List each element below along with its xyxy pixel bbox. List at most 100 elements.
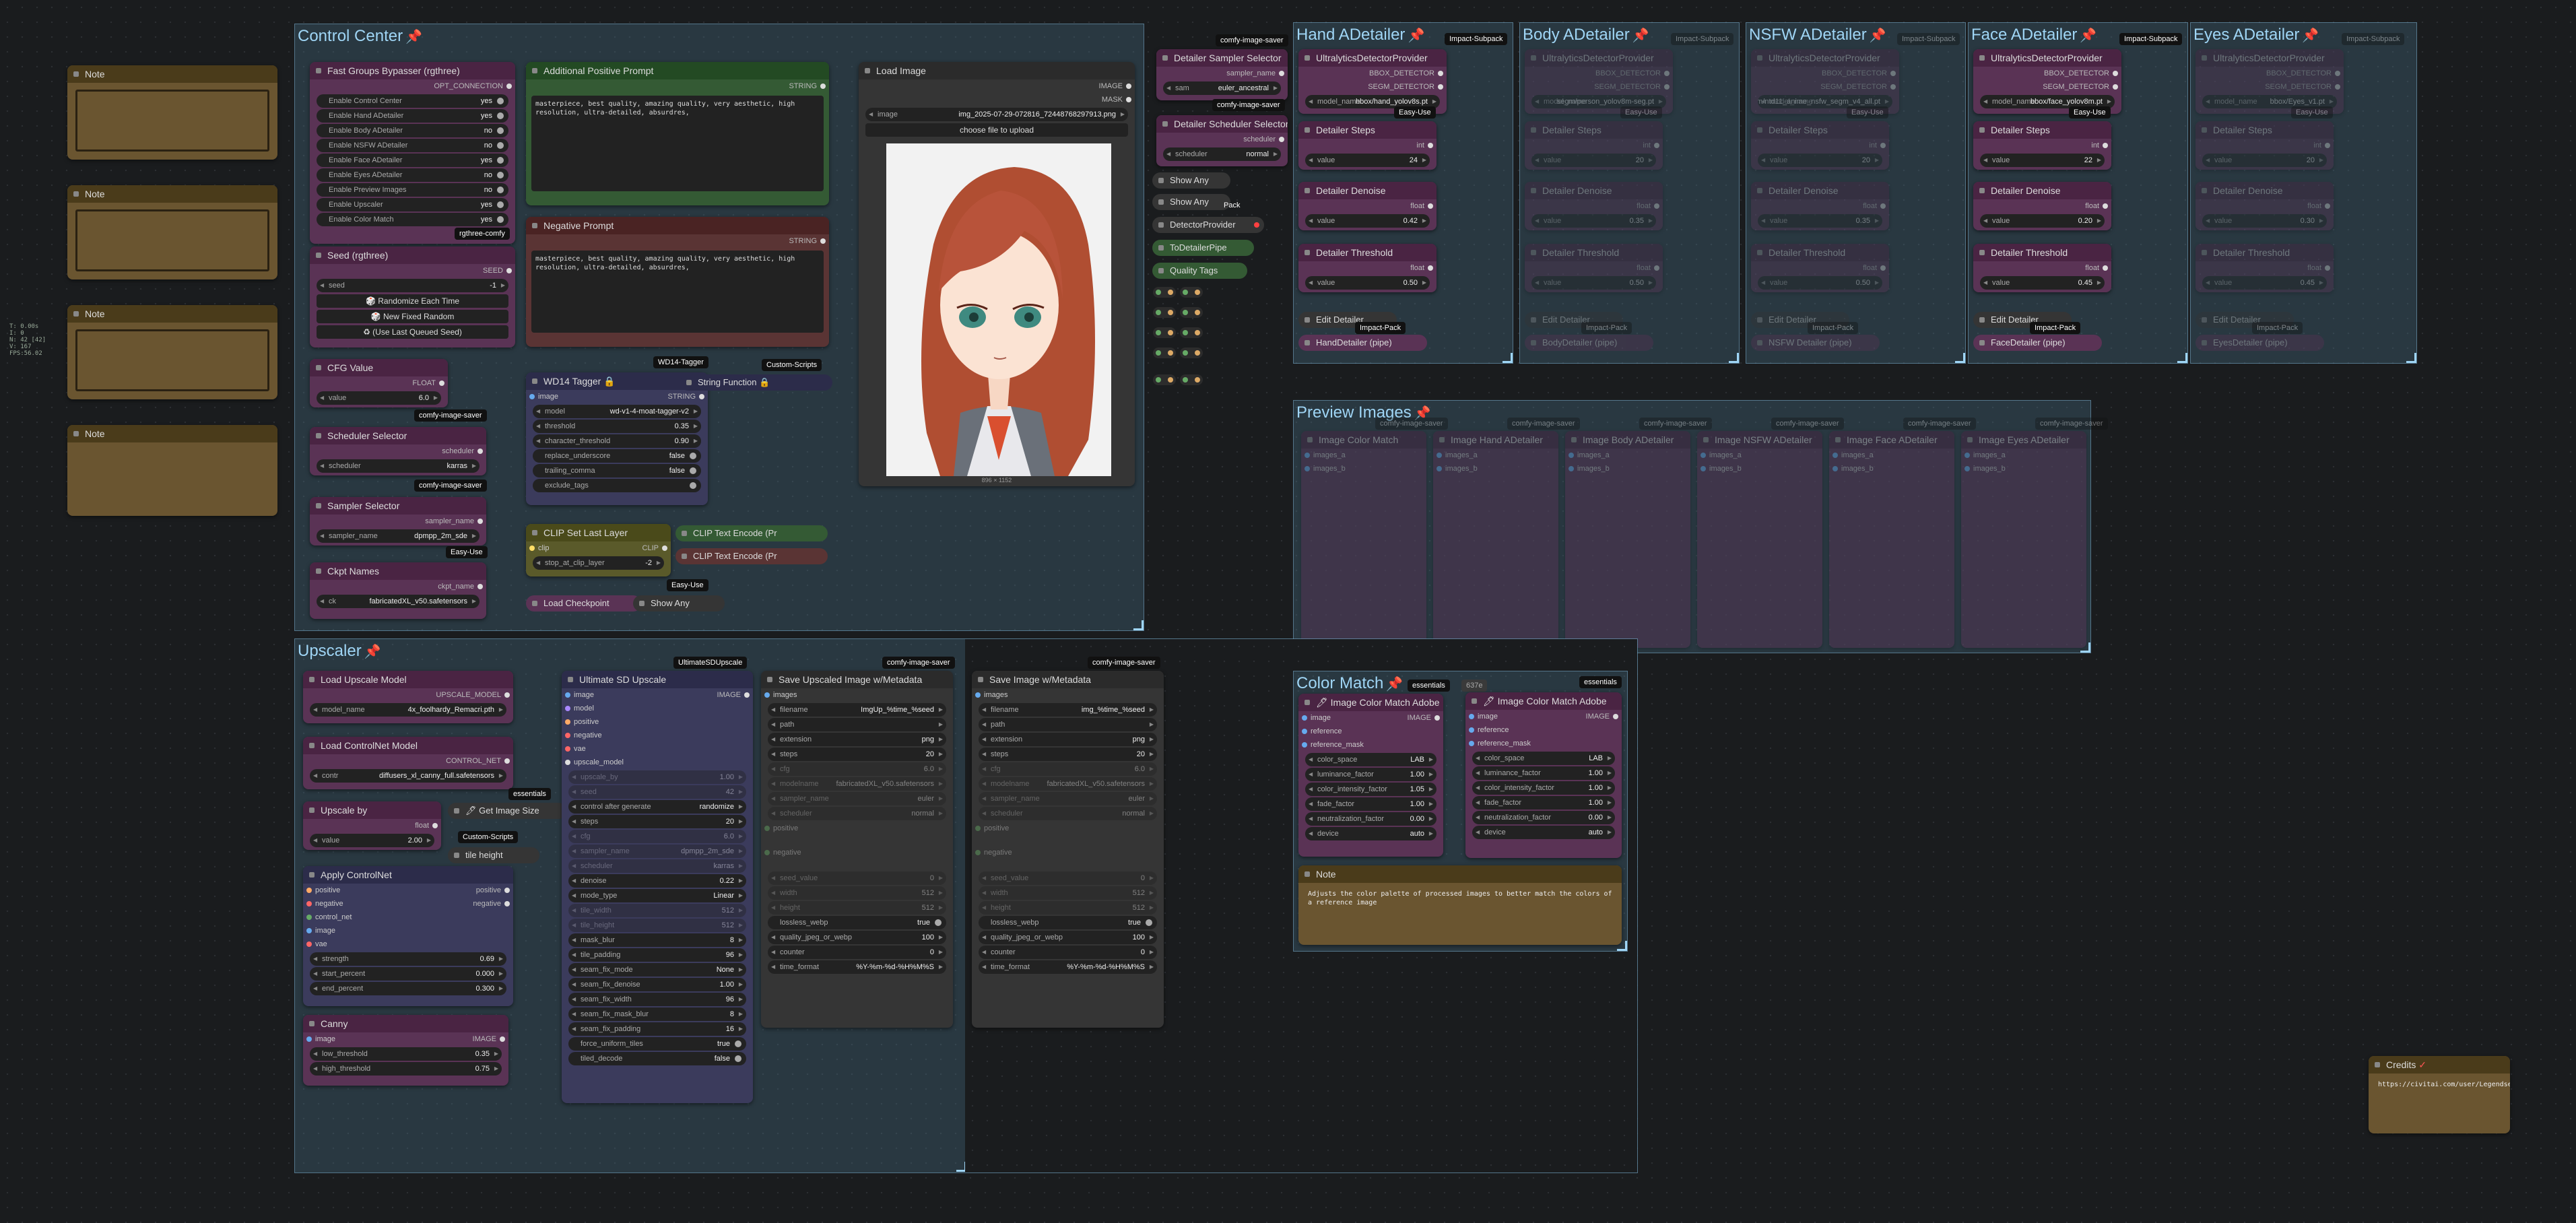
save-widget[interactable]: modelname fabricatedXL_v50.safetensors — [768, 777, 946, 791]
toggle-dot[interactable] — [935, 919, 942, 926]
value-widget[interactable]: value 0.35 — [1758, 214, 1882, 228]
detailer-value-node[interactable]: Detailer Threshold float value 0.45 — [1973, 244, 2111, 292]
detailer-value-node[interactable]: Detailer Denoise float value 0.35 — [1525, 182, 1663, 230]
tagger-widget[interactable]: model wd-v1-4-moat-tagger-v2 — [533, 405, 701, 418]
preview-image-node[interactable]: Image Eyes ADetailer images_a images_b — [1961, 431, 2086, 648]
upscale-model-widget[interactable]: model_name4x_foolhardy_Remacri.pth — [310, 703, 506, 717]
sampler-widget[interactable]: sampler_namedpmpp_2m_sde — [317, 529, 480, 543]
tagger-widget[interactable]: exclude_tags — [533, 479, 701, 492]
note-text[interactable] — [75, 329, 269, 391]
value-widget[interactable]: value 20 — [1758, 154, 1882, 167]
output-string[interactable]: STRING — [526, 79, 829, 93]
preview-image-node[interactable]: Image Color Match images_a images_b — [1301, 431, 1426, 648]
cfg-widget[interactable]: value6.0 — [317, 391, 441, 405]
input-images-a[interactable]: images_a — [1829, 449, 1954, 462]
input-images-a[interactable]: images_a — [1433, 449, 1558, 462]
save-widget[interactable]: seed_value 0 — [979, 871, 1157, 885]
group-toggle[interactable]: Enable Color Match yes — [317, 213, 508, 226]
input-clip[interactable]: clip — [526, 541, 550, 555]
save-widget[interactable]: time_format %Y-%m-%d-%H%M%S — [979, 960, 1157, 974]
detailer-value-node[interactable]: Detailer Threshold float value 0.50 — [1298, 244, 1436, 292]
save-widget[interactable]: height 512 — [979, 901, 1157, 915]
pin-icon[interactable]: 📌 — [405, 30, 422, 44]
output-value[interactable]: int — [2195, 139, 2334, 152]
input-negative[interactable]: negative — [761, 846, 953, 870]
color-match-widget[interactable]: color_intensity_factor 1.00 — [1472, 781, 1615, 795]
collapsed-node[interactable] — [1153, 348, 1176, 358]
output-value[interactable]: float — [2195, 199, 2334, 213]
save-widget[interactable]: modelname fabricatedXL_v50.safetensors — [979, 777, 1157, 791]
canny-node[interactable]: Canny image IMAGE low_threshold 0.35 high_… — [303, 1015, 508, 1086]
quality-tags-node[interactable]: Quality Tags — [1152, 263, 1247, 279]
input-negative[interactable]: negative — [562, 729, 753, 742]
detailer-pipe-node[interactable]: HandDetailer (pipe) — [1298, 335, 1427, 351]
detailer-value-node[interactable]: Detailer Denoise float value 0.35 — [1751, 182, 1889, 230]
group-toggle[interactable]: Enable Body ADetailer no — [317, 124, 508, 137]
color-match-widget[interactable]: neutralization_factor 0.00 — [1472, 811, 1615, 824]
controlnet-widget[interactable]: start_percent 0.000 — [310, 967, 506, 981]
detailer-sampler-widget[interactable]: sameuler_ancestral — [1163, 81, 1281, 95]
input-reference_mask[interactable]: reference_mask — [1298, 738, 1443, 752]
output-bbox-detector[interactable]: BBOX_DETECTOR — [1973, 67, 2121, 80]
value-widget[interactable]: value 0.50 — [1531, 276, 1656, 290]
toggle-dot[interactable] — [497, 142, 504, 149]
input-images[interactable]: images — [761, 688, 953, 702]
output-image[interactable]: IMAGE — [335, 1032, 508, 1046]
credits-node[interactable]: Credits ✓ https://civitai.com/user/Legen… — [2369, 1056, 2510, 1133]
color-match-widget[interactable]: device auto — [1305, 827, 1436, 840]
upscale-widget[interactable]: force_uniform_tiles true — [568, 1037, 746, 1051]
tagger-widget[interactable]: replace_underscore false — [533, 449, 701, 463]
output-upscale-model[interactable]: UPSCALE_MODEL — [303, 688, 513, 702]
pin-icon[interactable]: 📌 — [1632, 28, 1649, 43]
output-ckpt-name[interactable]: ckpt_name — [310, 580, 486, 593]
output-scheduler[interactable]: scheduler — [1156, 133, 1288, 146]
output-segm-detector[interactable]: SEGM_DETECTOR — [1298, 80, 1447, 94]
output-value[interactable]: float — [1751, 261, 1889, 275]
group-toggle[interactable]: Enable Control Center yes — [317, 94, 508, 108]
wd14-tagger-node[interactable]: WD14 Tagger 🔒 image STRING modelwd-v1-4-… — [526, 372, 708, 505]
pin-icon[interactable]: 📌 — [1386, 677, 1403, 692]
group-toggle[interactable]: Enable Face ADetailer yes — [317, 154, 508, 167]
upscale-widget[interactable]: denoise 0.22 — [568, 874, 746, 888]
color-match-widget[interactable]: fade_factor 1.00 — [1472, 796, 1615, 809]
color-match-node[interactable]: 🖊 Image Color Match Adobe image reference… — [1465, 692, 1622, 858]
detailer-value-node[interactable]: Detailer Steps int value 22 — [1973, 121, 2111, 170]
group-toggle[interactable]: Enable NSFW ADetailer no — [317, 139, 508, 152]
pin-icon[interactable]: 📌 — [1870, 28, 1886, 43]
get-image-size-node[interactable]: 🖊 Get Image Size — [448, 803, 566, 819]
output-image[interactable]: IMAGE — [859, 79, 1135, 93]
output-float[interactable]: FLOAT — [310, 376, 448, 390]
toggle-dot[interactable] — [735, 1040, 741, 1047]
toggle-dot[interactable] — [497, 187, 504, 193]
output-mask[interactable]: MASK — [859, 93, 1135, 106]
input-positive[interactable]: positive — [562, 715, 753, 729]
output-value[interactable]: float — [1525, 199, 1663, 213]
upscale-widget[interactable]: steps 20 — [568, 815, 746, 828]
save-widget[interactable]: sampler_name euler — [979, 792, 1157, 805]
resize-handle[interactable] — [1502, 353, 1513, 363]
collapsed-node[interactable] — [1153, 307, 1176, 318]
toggle-dot[interactable] — [497, 172, 504, 178]
input-model[interactable]: model — [562, 702, 753, 715]
toggle-dot[interactable] — [497, 157, 504, 164]
group-toggle[interactable]: Enable Preview Images no — [317, 183, 508, 197]
detailer-value-node[interactable]: Detailer Steps int value 24 — [1298, 121, 1436, 170]
clip-set-last-layer-node[interactable]: CLIP Set Last Layer clip CLIP stop_at_cl… — [526, 524, 671, 576]
save-widget[interactable]: seed_value 0 — [768, 871, 946, 885]
detailer-value-node[interactable]: Detailer Threshold float value 0.50 — [1751, 244, 1889, 292]
load-checkpoint-node[interactable]: Load Checkpoint — [526, 595, 641, 612]
color-match-widget[interactable]: color_space LAB — [1472, 752, 1615, 765]
negative-prompt-node[interactable]: Negative Prompt STRING masterpiece, best… — [526, 217, 829, 347]
upscale-widget[interactable]: seam_fix_padding 16 — [568, 1022, 746, 1036]
save-widget[interactable]: filename img_%time_%seed — [979, 703, 1157, 717]
detailer-value-node[interactable]: Detailer Threshold float value 0.45 — [2195, 244, 2334, 292]
input-positive[interactable]: positive — [761, 822, 953, 846]
value-widget[interactable]: value 0.30 — [2202, 214, 2327, 228]
input-images-b[interactable]: images_b — [1829, 462, 1954, 475]
input-vae[interactable]: vae — [303, 937, 513, 951]
clip-layer-widget[interactable]: stop_at_clip_layer-2 — [533, 556, 664, 570]
save-widget[interactable]: extension png — [768, 733, 946, 746]
upscale-by-widget[interactable]: value2.00 — [310, 834, 434, 847]
output-value[interactable]: int — [1525, 139, 1663, 152]
upscale-widget[interactable]: tile_width 512 — [568, 904, 746, 917]
